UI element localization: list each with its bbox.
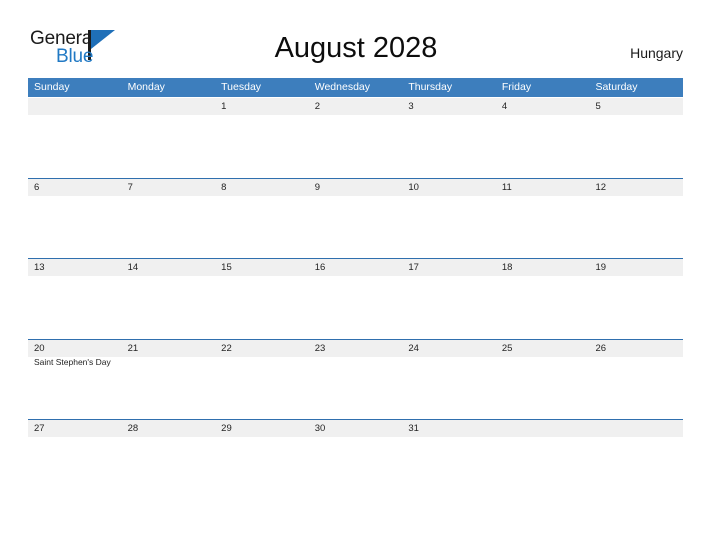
- day-cell-date[interactable]: [589, 420, 683, 437]
- day-cell-events: [309, 357, 403, 369]
- day-cell-date[interactable]: 17: [402, 259, 496, 276]
- day-cell-date[interactable]: 25: [496, 340, 590, 357]
- calendar-week-row: 27 28 29 30 31: [28, 419, 683, 500]
- calendar-week-row: 20 21 22 23 24 25 26 Saint Stephen's Day: [28, 338, 683, 420]
- day-cell-date[interactable]: 14: [122, 259, 216, 276]
- calendar-grid: Sunday Monday Tuesday Wednesday Thursday…: [28, 78, 683, 500]
- weekday-header-friday: Friday: [501, 81, 532, 93]
- weekday-header-row: Sunday Monday Tuesday Wednesday Thursday…: [28, 78, 683, 97]
- day-cell-date[interactable]: 18: [496, 259, 590, 276]
- page-header: General Blue August 2028 Hungary: [0, 0, 712, 76]
- day-cell-date[interactable]: 8: [215, 179, 309, 196]
- calendar-week-row: 1 2 3 4 5: [28, 97, 683, 178]
- day-cell-events: [496, 357, 590, 369]
- week-event-band: Saint Stephen's Day: [28, 357, 683, 369]
- day-cell-date[interactable]: 6: [28, 179, 122, 196]
- week-date-band: 6 7 8 9 10 11 12: [28, 178, 683, 196]
- day-cell-date[interactable]: 3: [402, 98, 496, 115]
- day-cell-date[interactable]: 2: [309, 98, 403, 115]
- day-cell-date[interactable]: 5: [589, 98, 683, 115]
- weekday-header-monday: Monday: [127, 81, 165, 93]
- day-cell-date[interactable]: 28: [122, 420, 216, 437]
- calendar-week-row: 13 14 15 16 17 18 19: [28, 258, 683, 339]
- day-cell-date[interactable]: 23: [309, 340, 403, 357]
- day-cell-events: [122, 357, 216, 369]
- page-title: August 2028: [274, 32, 438, 64]
- week-date-band: 13 14 15 16 17 18 19: [28, 259, 683, 276]
- day-cell-date[interactable]: 24: [402, 340, 496, 357]
- day-cell-date[interactable]: 16: [309, 259, 403, 276]
- day-cell-date[interactable]: 31: [402, 420, 496, 437]
- day-cell-date[interactable]: 4: [496, 98, 590, 115]
- day-cell-events: [402, 357, 496, 369]
- day-cell-date[interactable]: 15: [215, 259, 309, 276]
- day-cell-date[interactable]: 9: [309, 179, 403, 196]
- calendar-page: General Blue August 2028 Hungary Sunday …: [0, 0, 712, 550]
- day-cell-date[interactable]: 22: [215, 340, 309, 357]
- day-cell-date[interactable]: 13: [28, 259, 122, 276]
- week-date-band: 1 2 3 4 5: [28, 98, 683, 115]
- day-cell-events: Saint Stephen's Day: [28, 357, 122, 369]
- day-cell-date[interactable]: 29: [215, 420, 309, 437]
- day-cell-date[interactable]: 1: [215, 98, 309, 115]
- day-cell-date[interactable]: 26: [589, 340, 683, 357]
- day-cell-date[interactable]: 21: [122, 340, 216, 357]
- day-cell-date[interactable]: 27: [28, 420, 122, 437]
- calendar-week-row: 6 7 8 9 10 11 12: [28, 177, 683, 259]
- weekday-header-thursday: Thursday: [408, 81, 453, 93]
- week-date-band: 20 21 22 23 24 25 26: [28, 339, 683, 357]
- day-cell-events: [215, 357, 309, 369]
- day-cell-date[interactable]: [496, 420, 590, 437]
- week-date-band: 27 28 29 30 31: [28, 420, 683, 437]
- day-cell-date[interactable]: [28, 98, 122, 115]
- day-cell-events: [589, 357, 683, 369]
- weekday-header-wednesday: Wednesday: [314, 81, 370, 93]
- country-label: Hungary: [630, 45, 683, 61]
- weekday-header-sunday: Sunday: [34, 81, 70, 93]
- day-cell-date[interactable]: 19: [589, 259, 683, 276]
- day-cell-date[interactable]: 20: [28, 340, 122, 357]
- day-cell-date[interactable]: 7: [122, 179, 216, 196]
- day-cell-date[interactable]: 10: [402, 179, 496, 196]
- event-label: Saint Stephen's Day: [34, 356, 111, 367]
- day-cell-date[interactable]: 30: [309, 420, 403, 437]
- day-cell-date[interactable]: 12: [589, 179, 683, 196]
- day-cell-date[interactable]: 11: [496, 179, 590, 196]
- weekday-header-tuesday: Tuesday: [221, 81, 262, 93]
- day-cell-date[interactable]: [122, 98, 216, 115]
- weekday-header-saturday: Saturday: [595, 81, 638, 93]
